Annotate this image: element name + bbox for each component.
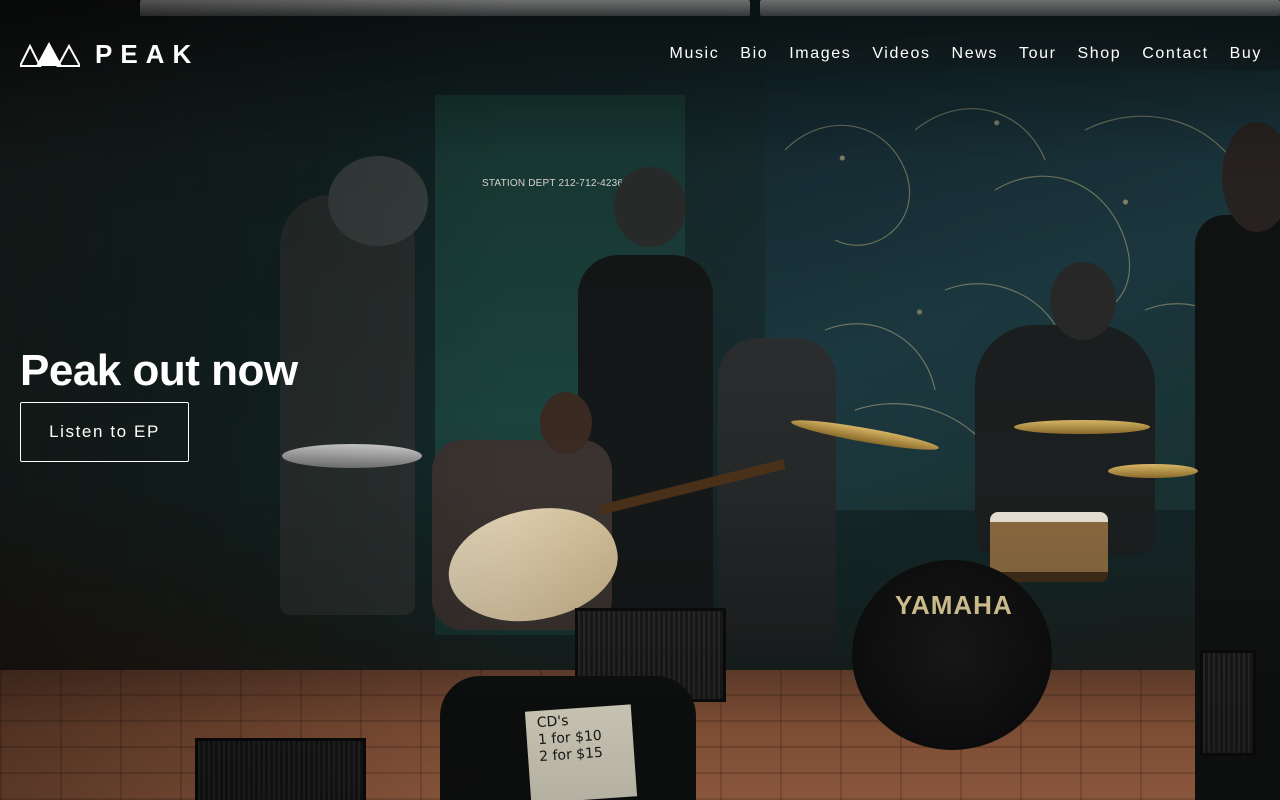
drummer-head	[1050, 262, 1116, 340]
drum-seat	[282, 444, 422, 468]
cymbal	[1014, 420, 1150, 434]
nav-item-bio[interactable]: Bio	[740, 44, 768, 64]
guitar-gig-bag	[718, 338, 836, 658]
nav-item-videos[interactable]: Videos	[872, 44, 930, 64]
snare-drum	[990, 512, 1108, 582]
hood	[328, 156, 428, 246]
brand-name: PEAK	[95, 39, 200, 69]
hero-title: Peak out now	[20, 346, 298, 395]
nav-item-images[interactable]: Images	[789, 44, 851, 64]
amplifier	[1200, 650, 1256, 756]
bass-player-head	[540, 392, 592, 454]
hooded-musician	[280, 195, 415, 615]
hero-section: STATION DEPT 212-712-4236 YAMAHA CD's 1 …	[0, 0, 1280, 800]
nav-item-contact[interactable]: Contact	[1142, 44, 1208, 64]
logo-link[interactable]: PEAK	[20, 40, 199, 68]
drum-brand-label: YAMAHA	[895, 590, 1013, 620]
nav-item-shop[interactable]: Shop	[1078, 44, 1122, 64]
beanie-head	[614, 167, 686, 247]
door-sign: STATION DEPT 212-712-4236	[482, 178, 624, 189]
nav-item-music[interactable]: Music	[670, 44, 720, 64]
nav-item-tour[interactable]: Tour	[1019, 44, 1057, 64]
site-header: PEAK Music Bio Images Videos News Tour S…	[0, 0, 1280, 110]
cd-price-text: CD's 1 for $10 2 for $15	[536, 709, 631, 766]
listen-to-ep-button[interactable]: Listen to EP	[20, 402, 189, 462]
mountain-peaks-icon	[20, 42, 80, 67]
main-nav: Music Bio Images Videos News Tour Shop C…	[649, 44, 1262, 64]
nav-item-buy[interactable]: Buy	[1230, 44, 1262, 64]
bass-drum	[852, 560, 1052, 750]
nav-item-news[interactable]: News	[952, 44, 998, 64]
cymbal	[1108, 464, 1198, 478]
amplifier	[195, 738, 366, 800]
